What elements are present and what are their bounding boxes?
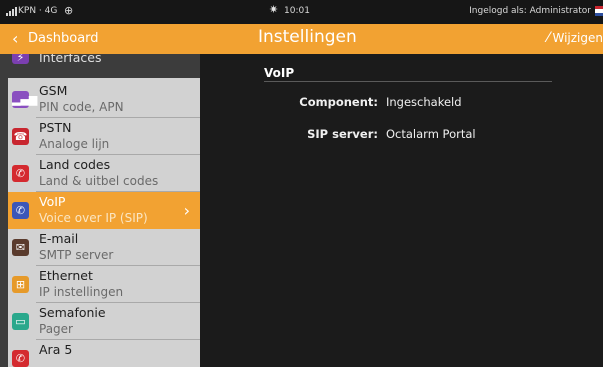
sidebar-item-title: GSM xyxy=(39,83,68,98)
sidebar-item-subtitle: Voice over IP (SIP) xyxy=(39,211,148,225)
field-value: Ingeschakeld xyxy=(386,95,462,109)
field-label: SIP server: xyxy=(307,127,378,141)
voip-phone-icon: ✆ xyxy=(12,202,29,219)
main-content: VoIP Component: Ingeschakeld SIP server:… xyxy=(200,54,603,367)
header-bar: ‹ Dashboard Instellingen ⁄ Wijzigen xyxy=(0,24,603,54)
sidebar-item-ara-5[interactable]: ✆ Ara 5 xyxy=(8,340,200,367)
sidebar-item-title: PSTN xyxy=(39,120,72,135)
section-divider xyxy=(264,81,552,82)
sidebar-item-title: Land codes xyxy=(39,157,111,172)
clock: 10:01 xyxy=(284,6,310,16)
chevron-left-icon[interactable]: ‹ xyxy=(12,29,18,49)
gsm-signal-icon: ▂▄▆ xyxy=(12,91,38,108)
sidebar-item-title: E-mail xyxy=(39,231,79,246)
network-icon: ⊞ xyxy=(12,276,29,293)
sidebar-item-subtitle: Analoge lijn xyxy=(39,137,110,151)
page-title: Instellingen xyxy=(258,27,357,47)
sidebar-item-voip[interactable]: ✆ VoIP Voice over IP (SIP) › xyxy=(8,192,200,229)
edit-label: Wijzigen xyxy=(552,31,603,45)
screen: KPN · 4G ⊕ ✷ 10:01 Ingelogd als: Adminis… xyxy=(0,0,603,367)
sidebar-item-land-codes[interactable]: ✆ Land codes Land & uitbel codes xyxy=(8,155,200,192)
sidebar-item-title: VoIP xyxy=(39,194,66,209)
sidebar-item-subtitle: SMTP server xyxy=(39,248,114,262)
carrier-label: KPN · 4G xyxy=(18,6,58,16)
sidebar-item-subtitle: Land & uitbel codes xyxy=(39,174,159,188)
sidebar-item-semafonie[interactable]: ▭ Semafonie Pager xyxy=(8,303,200,340)
field-value: Octalarm Portal xyxy=(386,127,476,141)
sidebar: ⚡ Interfaces ▂▄▆ GSM PIN code, APN ☎ PSTN Analo… xyxy=(0,54,200,367)
pager-icon: ▭ xyxy=(12,313,29,330)
sidebar-item-e-mail[interactable]: ✉ E-mail SMTP server xyxy=(8,229,200,266)
sidebar-item-subtitle: PIN code, APN xyxy=(39,100,124,114)
field-label: Component: xyxy=(299,95,378,109)
signal-icon xyxy=(6,6,17,16)
sidebar-item-ethernet[interactable]: ⊞ Ethernet IP instellingen xyxy=(8,266,200,303)
sidebar-item-subtitle: IP instellingen xyxy=(39,285,124,299)
brightness-icon: ✷ xyxy=(269,3,279,16)
chevron-right-icon: › xyxy=(183,201,190,220)
handset-icon: ✆ xyxy=(12,165,29,182)
ara-icon: ✆ xyxy=(12,350,29,367)
sidebar-item-title: Semafonie xyxy=(39,305,106,320)
envelope-icon: ✉ xyxy=(12,239,29,256)
phone-icon: ☎ xyxy=(12,128,29,145)
back-button[interactable]: Dashboard xyxy=(28,31,99,46)
globe-icon: ⊕ xyxy=(64,4,74,17)
sidebar-item-title: Interfaces xyxy=(39,54,102,65)
pencil-icon: ⁄ xyxy=(547,30,550,46)
sidebar-item-gsm[interactable]: ▂▄▆ GSM PIN code, APN xyxy=(8,81,200,118)
flag-nl-icon[interactable] xyxy=(595,6,603,16)
sidebar-item-title: Ara 5 xyxy=(39,342,73,357)
interfaces-icon: ⚡ xyxy=(12,54,29,64)
sidebar-item-subtitle: Pager xyxy=(39,322,73,336)
section-title: VoIP xyxy=(264,66,295,80)
login-status: Ingelogd als: Administrator xyxy=(469,6,591,16)
edit-button[interactable]: ⁄ Wijzigen xyxy=(547,31,603,45)
sidebar-item-title: Ethernet xyxy=(39,268,93,283)
status-bar: KPN · 4G ⊕ ✷ 10:01 Ingelogd als: Adminis… xyxy=(0,0,603,24)
sidebar-item-pstn[interactable]: ☎ PSTN Analoge lijn xyxy=(8,118,200,155)
